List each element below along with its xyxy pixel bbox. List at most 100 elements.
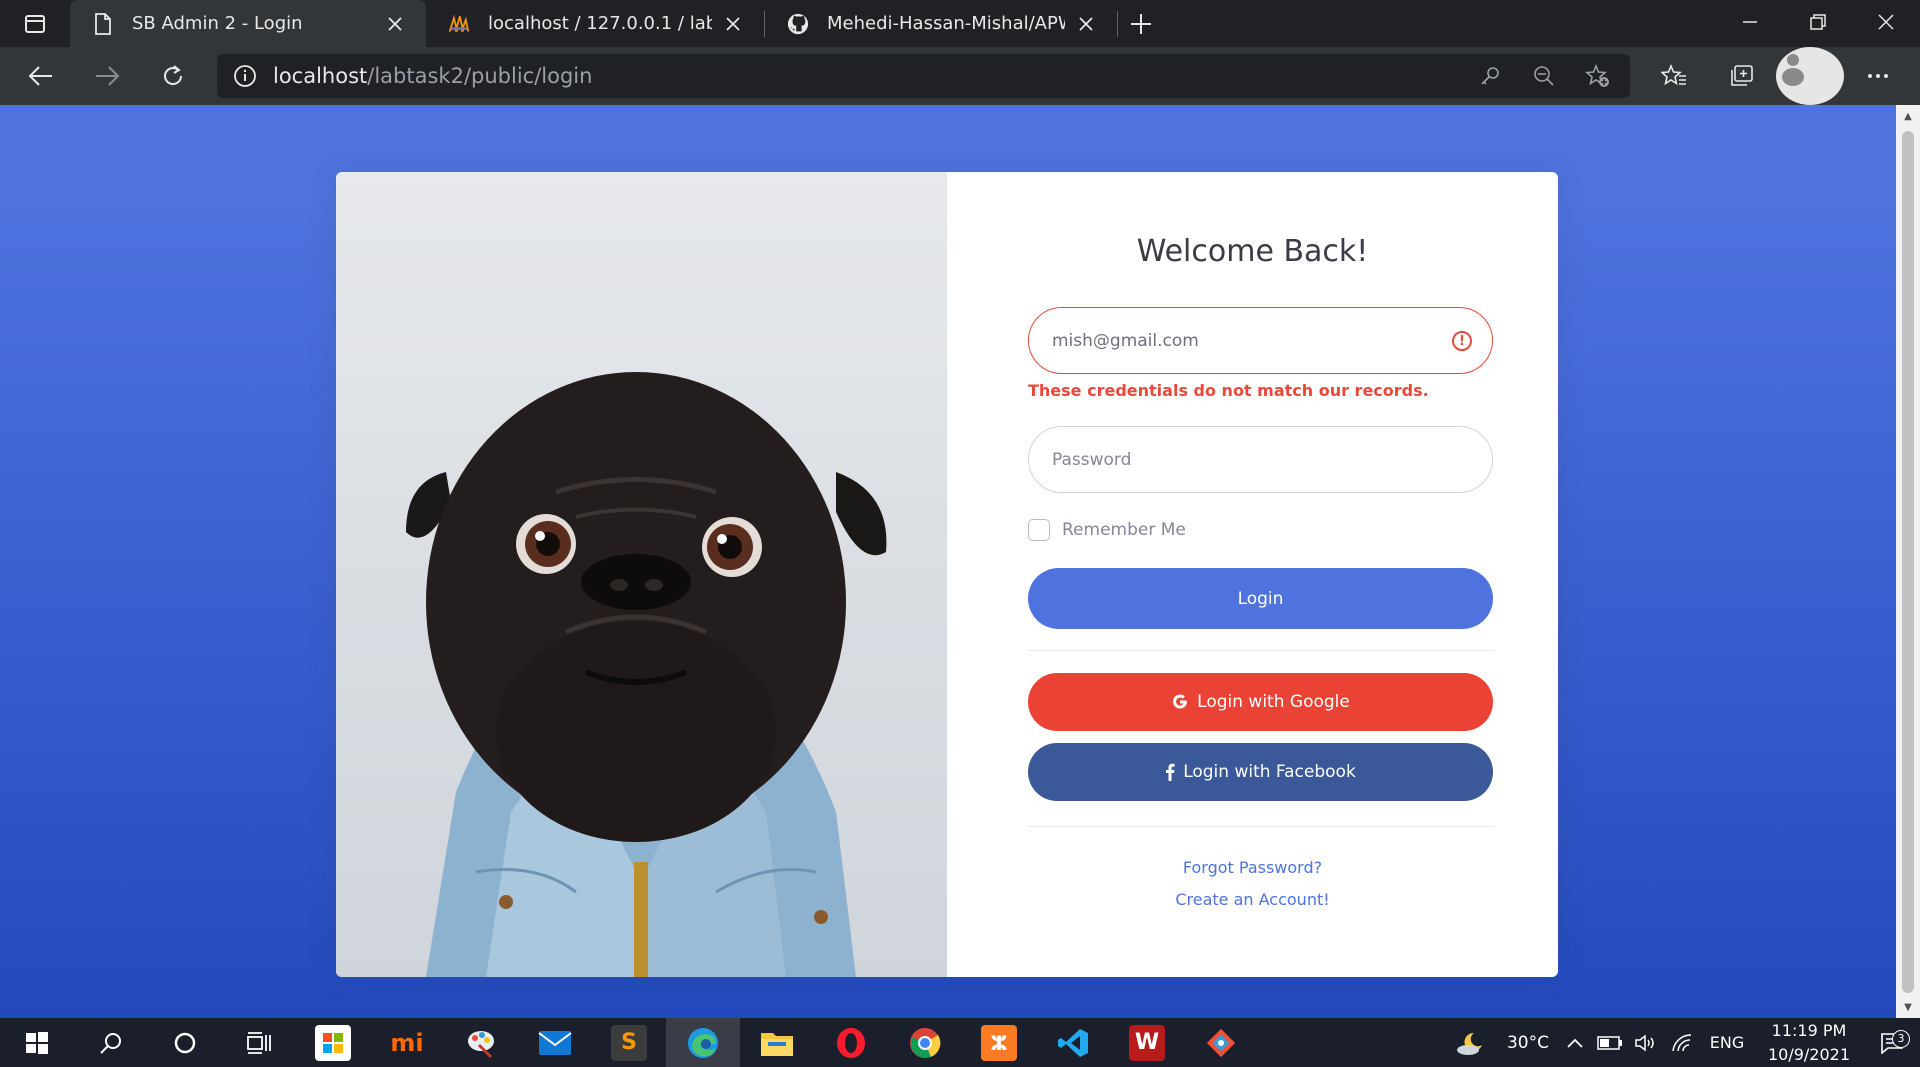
taskbar-opera[interactable] [814, 1018, 888, 1067]
weather-temperature[interactable]: 30°C [1498, 1033, 1558, 1053]
paint-icon [468, 1030, 494, 1058]
login-facebook-button[interactable]: Login with Facebook [1028, 743, 1493, 801]
facebook-icon [1165, 763, 1175, 781]
wifi-icon[interactable] [1664, 1033, 1700, 1053]
taskbar-mail[interactable] [518, 1018, 592, 1067]
close-window-button[interactable] [1852, 0, 1920, 44]
task-view-button[interactable] [222, 1018, 296, 1067]
login-google-button[interactable]: Login with Google [1028, 673, 1493, 731]
close-tab-icon[interactable] [382, 11, 408, 37]
pug-illustration [406, 372, 887, 977]
clock[interactable]: 11:19 PM 10/9/2021 [1754, 1019, 1864, 1067]
mi-icon: mi [390, 1028, 424, 1057]
close-icon [1878, 14, 1894, 30]
page-title: Welcome Back! [1136, 234, 1369, 269]
taskbar-paint[interactable] [444, 1018, 518, 1067]
git-icon [1206, 1028, 1236, 1057]
notifications-button[interactable]: 3 [1864, 1029, 1920, 1054]
login-button-label: Login [1237, 588, 1284, 609]
tab-github[interactable]: Mehedi-Hassan-Mishal/APWT-T/ [765, 0, 1117, 47]
search-icon [100, 1032, 121, 1054]
forgot-password-link[interactable]: Forgot Password? [947, 858, 1558, 877]
back-button[interactable] [8, 47, 74, 105]
close-tab-icon[interactable] [1073, 11, 1099, 37]
forward-button[interactable] [74, 47, 140, 105]
google-icon [1171, 693, 1189, 711]
page-scrollbar[interactable]: ▲ ▼ [1896, 105, 1920, 1018]
tab-strip: SB Admin 2 - Login localhost / 127.0.0.1… [0, 0, 1920, 47]
page-icon [92, 12, 114, 35]
taskbar-git[interactable] [1184, 1018, 1258, 1067]
minimize-button[interactable] [1716, 0, 1784, 44]
remember-me[interactable]: Remember Me [1028, 519, 1186, 541]
tab-sb-admin[interactable]: SB Admin 2 - Login [70, 0, 426, 47]
login-form: Welcome Back! mish@gmail.com ! These cre… [947, 172, 1558, 977]
battery-icon[interactable] [1592, 1035, 1628, 1050]
cortana-icon [174, 1032, 196, 1053]
more-icon [1868, 74, 1888, 78]
email-field[interactable]: mish@gmail.com ! [1028, 307, 1493, 374]
collections-button[interactable] [1708, 47, 1776, 105]
window-controls [1716, 0, 1920, 47]
plus-icon [1131, 13, 1151, 34]
login-google-label: Login with Google [1197, 692, 1350, 712]
new-tab-button[interactable] [1118, 0, 1164, 47]
language-indicator[interactable]: ENG [1700, 1033, 1754, 1052]
refresh-icon [164, 65, 183, 85]
store-icon [315, 1024, 351, 1061]
page-viewport: Welcome Back! mish@gmail.com ! These cre… [0, 105, 1896, 1018]
restore-button[interactable] [1784, 0, 1852, 44]
refresh-button[interactable] [140, 47, 206, 105]
zoom-out-icon[interactable] [1526, 58, 1562, 94]
create-account-link[interactable]: Create an Account! [947, 890, 1558, 909]
taskbar-sublime[interactable]: S [592, 1018, 666, 1067]
taskbar-mi[interactable]: mi [370, 1018, 444, 1067]
search-button[interactable] [74, 1018, 148, 1067]
tab-title: localhost / 127.0.0.1 / labtask2 / [488, 13, 712, 34]
avatar [1776, 47, 1844, 105]
site-info-icon[interactable] [217, 64, 273, 88]
tab-phpmyadmin[interactable]: localhost / 127.0.0.1 / labtask2 / [426, 0, 764, 47]
weather-icon[interactable] [1444, 1030, 1498, 1056]
notification-count-badge: 3 [1892, 1029, 1910, 1048]
close-tab-icon[interactable] [720, 11, 746, 37]
taskbar-store[interactable] [296, 1018, 370, 1067]
taskbar-winrar[interactable]: W [1110, 1018, 1184, 1067]
address-bar[interactable]: localhost/labtask2/public/login [217, 54, 1630, 98]
arrow-right-icon [96, 66, 120, 86]
remember-me-label: Remember Me [1062, 520, 1186, 540]
taskbar-xampp[interactable]: ⵣ [962, 1018, 1036, 1067]
password-field[interactable]: Password [1028, 426, 1493, 493]
profile-button[interactable] [1776, 47, 1844, 105]
remember-me-checkbox[interactable] [1028, 519, 1050, 541]
taskbar-chrome[interactable] [888, 1018, 962, 1067]
scroll-thumb[interactable] [1902, 131, 1914, 993]
folder-icon [761, 1032, 793, 1056]
arrow-left-icon [28, 66, 52, 86]
scroll-down-icon[interactable]: ▼ [1896, 996, 1920, 1018]
volume-icon[interactable] [1628, 1033, 1664, 1053]
vscode-icon [1058, 1028, 1088, 1057]
scroll-up-icon[interactable]: ▲ [1896, 105, 1920, 127]
favorites-icon [1661, 64, 1686, 86]
add-favorite-icon[interactable] [1580, 58, 1616, 94]
sublime-icon: S [611, 1024, 647, 1061]
edge-icon [688, 1027, 718, 1058]
taskbar-vscode[interactable] [1036, 1018, 1110, 1067]
settings-more-button[interactable] [1844, 47, 1912, 105]
taskbar-edge[interactable] [666, 1018, 740, 1067]
url-text[interactable]: localhost/labtask2/public/login [273, 64, 592, 88]
address-bar-row: localhost/labtask2/public/login [0, 47, 1920, 105]
phpmyadmin-icon [448, 13, 470, 35]
key-icon[interactable] [1472, 58, 1508, 94]
chevron-up-icon[interactable] [1558, 1038, 1592, 1048]
login-button[interactable]: Login [1028, 568, 1493, 629]
favorites-button[interactable] [1640, 47, 1708, 105]
cortana-button[interactable] [148, 1018, 222, 1067]
taskbar-file-explorer[interactable] [740, 1018, 814, 1067]
tab-actions-button[interactable] [0, 0, 70, 47]
browser-toolbar [1640, 47, 1912, 105]
task-view-icon [247, 1031, 271, 1054]
windows-icon [26, 1031, 48, 1054]
start-button[interactable] [0, 1018, 74, 1067]
